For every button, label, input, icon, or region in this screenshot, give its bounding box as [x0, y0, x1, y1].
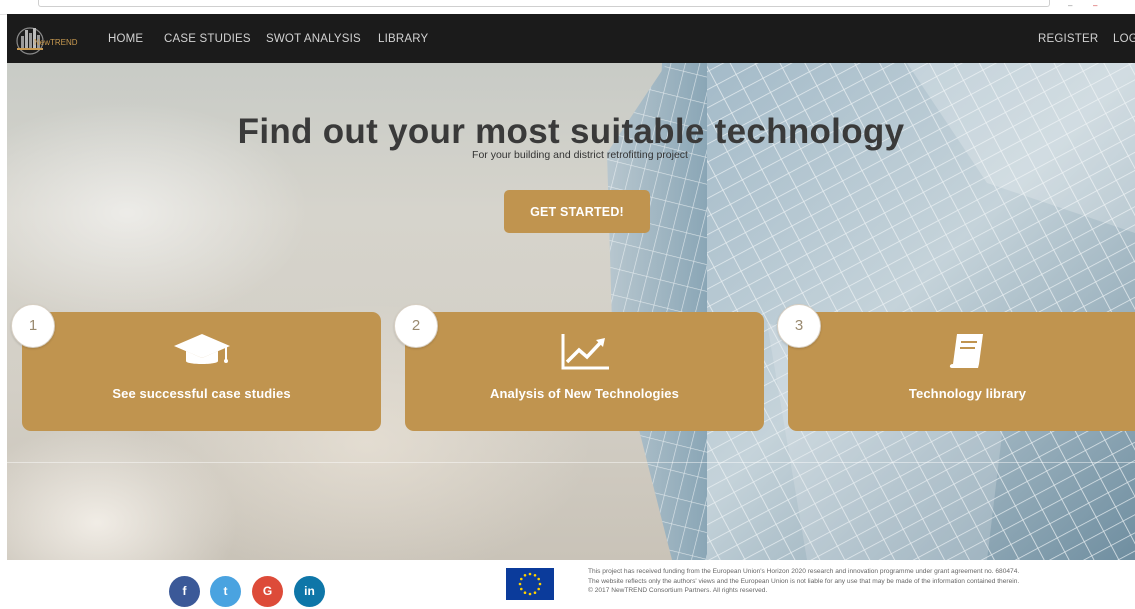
nav-login[interactable]: LOG — [1113, 33, 1135, 45]
nav-case-studies[interactable]: CASE STUDIES — [164, 33, 251, 45]
step-badge-1: 1 — [11, 304, 55, 348]
trend-chart-icon — [561, 334, 609, 370]
card-label-library: Technology library — [908, 386, 1027, 401]
get-started-button[interactable]: GET STARTED! — [504, 190, 650, 233]
twitter-icon[interactable]: t — [210, 576, 241, 607]
eu-flag-icon — [506, 568, 554, 600]
footer-funding-text: This project has received funding from t… — [588, 568, 1020, 575]
card-label-case-studies: See successful case studies — [112, 386, 291, 401]
google-plus-icon[interactable]: G — [252, 576, 283, 607]
step-badge-3: 3 — [777, 304, 821, 348]
analysis-card[interactable]: Analysis of New Technologies — [405, 312, 764, 431]
linkedin-icon[interactable]: in — [294, 576, 325, 607]
case-studies-card[interactable]: See successful case studies — [22, 312, 381, 431]
hero-section: Find out your most suitable technology F… — [7, 63, 1135, 560]
eu-stars-icon — [518, 572, 542, 596]
facebook-icon[interactable]: f — [169, 576, 200, 607]
footer-liability-text: The website reflects only the authors' v… — [588, 577, 1020, 585]
card-label-analysis: Analysis of New Technologies — [490, 386, 679, 401]
footer-copyright-text: © 2017 NewTREND Consortium Partners. All… — [588, 587, 768, 595]
nav-swot-analysis[interactable]: SWOT ANALYSIS — [266, 33, 361, 45]
browser-chrome-strip: – – — [0, 0, 1135, 15]
hero-subtitle: For your building and district retrofitt… — [472, 149, 688, 161]
graduation-cap-icon — [173, 334, 230, 364]
minimize-icon[interactable]: – — [1068, 1, 1072, 10]
book-icon — [949, 334, 983, 368]
hero-title: Find out your most suitable technology — [237, 112, 905, 152]
nav-library[interactable]: LIBRARY — [378, 33, 428, 45]
step-badge-2: 2 — [394, 304, 438, 348]
close-icon[interactable]: – — [1093, 1, 1097, 10]
nav-register[interactable]: REGISTER — [1038, 33, 1098, 45]
nav-home[interactable]: HOME — [108, 33, 143, 45]
browser-tab-edge — [38, 0, 1050, 7]
footer-disclaimer: This project has received funding from t… — [588, 567, 1133, 596]
site-footer: f t G in This project has received fundi… — [7, 560, 1135, 609]
technology-library-card[interactable]: Technology library — [788, 312, 1135, 431]
logo-text: NewTREND — [34, 38, 78, 47]
top-navbar: NewTREND HOME CASE STUDIES SWOT ANALYSIS… — [7, 14, 1135, 63]
hero-divider — [7, 462, 1135, 463]
